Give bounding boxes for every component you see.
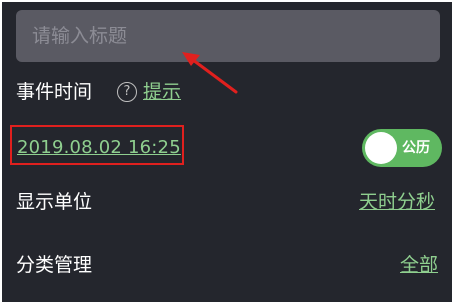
category-label: 分类管理 <box>16 254 93 276</box>
hint-link[interactable]: 提示 <box>143 81 181 103</box>
display-unit-label: 显示单位 <box>16 191 93 213</box>
question-circle-icon[interactable]: ? <box>117 82 137 102</box>
event-time-label: 事件时间 <box>16 81 93 103</box>
category-link[interactable]: 全部 <box>400 254 438 276</box>
toggle-label: 公历 <box>402 140 430 156</box>
calendar-type-toggle[interactable]: 公历 <box>362 129 442 167</box>
toggle-knob <box>365 132 397 164</box>
title-input[interactable] <box>16 10 440 62</box>
event-editor-screen: 事件时间 ? 提示 2019.08.02 16:25 公历 显示单位 天时分秒 … <box>2 2 452 302</box>
event-date-link[interactable]: 2019.08.02 16:25 <box>17 137 181 159</box>
display-unit-link[interactable]: 天时分秒 <box>359 191 435 213</box>
